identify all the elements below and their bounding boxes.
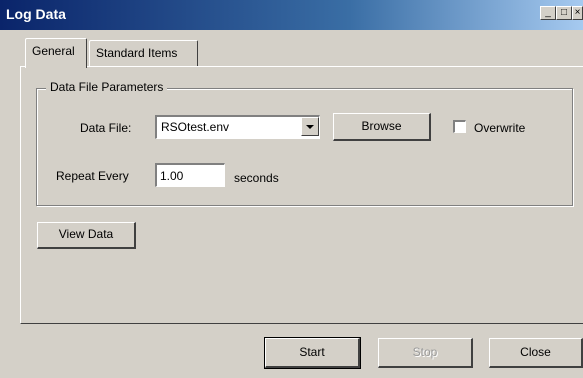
maximize-icon[interactable]: □	[556, 6, 572, 20]
stop-button[interactable]: Stop	[378, 338, 473, 368]
tab-general-label: General	[32, 44, 75, 58]
tab-standard-items-label: Standard Items	[96, 46, 178, 60]
overwrite-label[interactable]: Overwrite	[474, 121, 525, 135]
tab-standard-items[interactable]: Standard Items	[89, 40, 198, 66]
start-button[interactable]: Start	[264, 337, 361, 369]
stop-button-label: Stop	[412, 345, 438, 359]
data-file-label: Data File:	[80, 121, 132, 135]
close-icon[interactable]: ×	[572, 6, 583, 20]
data-file-parameters-group	[36, 88, 573, 206]
minimize-icon[interactable]: _	[540, 6, 556, 20]
data-file-combo[interactable]: RSOtest.env	[155, 115, 320, 139]
repeat-interval-input[interactable]	[155, 163, 225, 187]
repeat-every-label: Repeat Every	[56, 169, 129, 183]
view-data-button[interactable]: View Data	[37, 222, 136, 249]
tab-general[interactable]: General	[25, 38, 87, 68]
close-button[interactable]: Close	[489, 338, 583, 368]
browse-button[interactable]: Browse	[333, 113, 431, 141]
close-button-label: Close	[520, 345, 551, 359]
group-legend: Data File Parameters	[46, 80, 168, 94]
start-button-label: Start	[299, 345, 325, 359]
browse-button-label: Browse	[361, 119, 402, 133]
view-data-button-label: View Data	[58, 227, 114, 241]
window-title: Log Data	[6, 6, 66, 22]
overwrite-checkbox[interactable]	[453, 120, 466, 133]
seconds-label: seconds	[234, 171, 279, 185]
title-bar[interactable]: Log Data _ □ ×	[0, 0, 583, 30]
data-file-value: RSOtest.env	[161, 120, 230, 134]
combo-dropdown-button[interactable]	[301, 117, 319, 136]
chevron-down-icon	[306, 124, 314, 129]
